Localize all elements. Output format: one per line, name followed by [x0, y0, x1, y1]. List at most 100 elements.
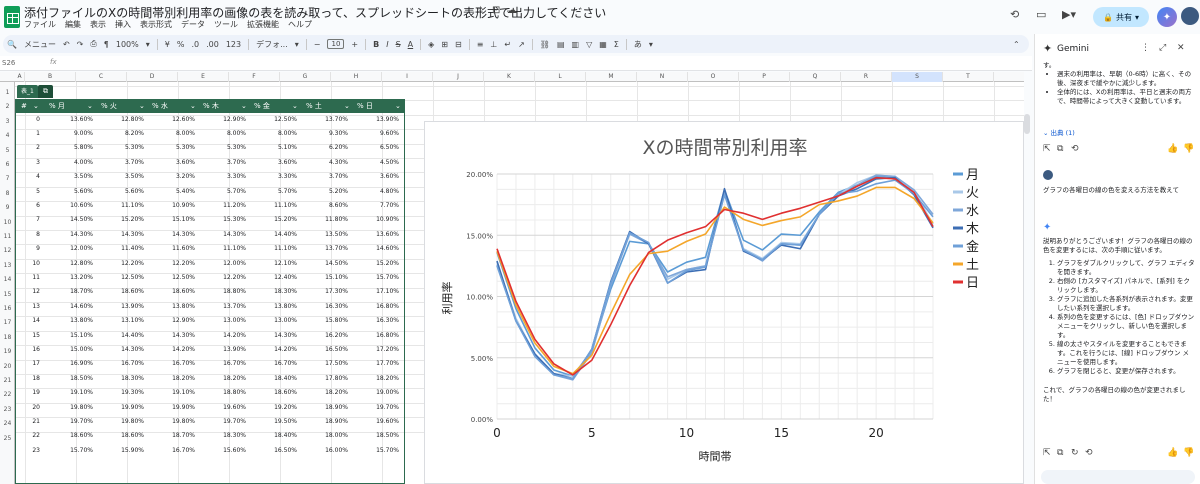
column-header-l[interactable]: L: [535, 72, 586, 82]
column-header-i[interactable]: I: [382, 72, 433, 82]
filter-views-icon[interactable]: ▦: [599, 40, 607, 49]
italic-icon[interactable]: I: [386, 40, 388, 49]
redo-icon[interactable]: ↷: [77, 40, 84, 49]
close-icon[interactable]: ✕: [1177, 43, 1185, 53]
prompt-edit-icon[interactable]: ⇱: [1043, 448, 1051, 458]
copy-icon[interactable]: ⧉: [1057, 448, 1063, 458]
column-header-d[interactable]: D: [127, 72, 178, 82]
column-header-k[interactable]: K: [484, 72, 535, 82]
column-header-g[interactable]: G: [280, 72, 331, 82]
align-horizontal-icon[interactable]: ≡: [477, 40, 484, 49]
prompt-edit-icon[interactable]: ⇱: [1043, 144, 1051, 154]
column-header-t[interactable]: T: [943, 72, 994, 82]
menu-format[interactable]: 表示形式: [140, 19, 172, 30]
column-header-h[interactable]: H: [331, 72, 382, 82]
font-size-plus-icon[interactable]: +: [351, 40, 358, 49]
feedback-icon[interactable]: ⟲: [1085, 448, 1093, 458]
refresh-icon[interactable]: ↻: [1071, 448, 1079, 458]
thumbs-up-icon[interactable]: 👍: [1167, 448, 1178, 458]
history-icon[interactable]: ⟲: [1010, 8, 1019, 21]
font-select[interactable]: デフォ...: [256, 39, 288, 50]
search-icon[interactable]: 🔍: [7, 40, 17, 49]
thumbs-up-icon[interactable]: 👍: [1167, 144, 1178, 154]
insert-link-icon[interactable]: ⛓: [540, 40, 550, 49]
column-header-j[interactable]: J: [433, 72, 484, 82]
column-header-p[interactable]: P: [739, 72, 790, 82]
insert-chart-icon[interactable]: ▥: [572, 40, 580, 49]
input-tools-icon[interactable]: あ: [634, 39, 642, 50]
chevron-up-icon[interactable]: ⌃: [1013, 40, 1020, 49]
column-header-n[interactable]: N: [637, 72, 688, 82]
paint-format-icon[interactable]: ¶: [104, 40, 109, 49]
chevron-down-icon[interactable]: ▾: [649, 40, 653, 49]
insert-comment-icon[interactable]: ▤: [557, 40, 565, 49]
star-icon[interactable]: ☆: [476, 5, 485, 16]
thumbs-down-icon[interactable]: 👎: [1183, 448, 1194, 458]
legend-label: 水: [966, 204, 979, 219]
column-header-o[interactable]: O: [688, 72, 739, 82]
copy-icon[interactable]: ⧉: [1057, 144, 1063, 154]
more-options-icon[interactable]: ⋮: [1141, 43, 1150, 53]
menu-edit[interactable]: 編集: [65, 19, 81, 30]
line-chart[interactable]: Xの時間帯別利用率 時間帯 利用率 0.00% 5.00% 10.00% 15.00%…: [424, 121, 1024, 484]
chevron-down-icon[interactable]: ▾: [295, 40, 299, 49]
column-header-c[interactable]: C: [76, 72, 127, 82]
row-header-2[interactable]: 2: [0, 103, 15, 110]
menu-tools[interactable]: ツール: [214, 19, 238, 30]
zoom-select[interactable]: 100%: [116, 40, 139, 49]
meet-icon[interactable]: ▶▾: [1062, 8, 1076, 21]
menu-extensions[interactable]: 拡張機能: [247, 19, 279, 30]
borders-icon[interactable]: ⊞: [441, 40, 448, 49]
font-size-input[interactable]: 10: [327, 39, 345, 49]
open-in-new-icon[interactable]: ⤢: [1159, 43, 1166, 53]
text-wrap-icon[interactable]: ↵: [504, 40, 511, 49]
column-header-q[interactable]: Q: [790, 72, 841, 82]
move-folder-icon[interactable]: ⊡: [492, 5, 500, 16]
number-format-button[interactable]: 123: [226, 40, 241, 49]
text-color-icon[interactable]: A: [408, 40, 413, 49]
currency-button[interactable]: ¥: [165, 40, 170, 49]
menu-insert[interactable]: 挿入: [115, 19, 131, 30]
menu-help[interactable]: ヘルプ: [288, 19, 312, 30]
functions-icon[interactable]: Σ: [614, 40, 619, 49]
cloud-status-icon[interactable]: ☁: [507, 5, 517, 16]
sheets-logo-icon[interactable]: [4, 6, 20, 28]
table-menu-icon[interactable]: ⧉: [38, 85, 53, 98]
column-header-f[interactable]: F: [229, 72, 280, 82]
increase-decimal-button[interactable]: .00: [206, 40, 219, 49]
column-header-a[interactable]: A: [15, 72, 25, 82]
thumbs-down-icon[interactable]: 👎: [1183, 144, 1194, 154]
bold-icon[interactable]: B: [373, 40, 379, 49]
chevron-down-icon[interactable]: ▾: [146, 40, 150, 49]
text-rotate-icon[interactable]: ↗: [518, 40, 525, 49]
undo-icon[interactable]: ↶: [63, 40, 70, 49]
fill-color-icon[interactable]: ◈: [428, 40, 434, 49]
merge-cells-icon[interactable]: ⊟: [455, 40, 462, 49]
feedback-icon[interactable]: ⟲: [1071, 144, 1079, 154]
menu-file[interactable]: ファイル: [24, 19, 56, 30]
strikethrough-icon[interactable]: S: [396, 40, 401, 49]
column-header-s[interactable]: S: [892, 72, 943, 82]
name-box[interactable]: S26: [2, 59, 15, 67]
share-button[interactable]: 🔒 共有 ▾: [1093, 7, 1149, 27]
column-header-m[interactable]: M: [586, 72, 637, 82]
comments-icon[interactable]: ▭: [1036, 8, 1046, 21]
table-name-tag[interactable]: 表_1: [17, 85, 38, 98]
gemini-prompt-input[interactable]: [1041, 470, 1195, 484]
font-size-minus-icon[interactable]: −: [314, 40, 321, 49]
align-vertical-icon[interactable]: ⊥: [490, 40, 497, 49]
column-header-b[interactable]: B: [25, 72, 76, 82]
print-icon[interactable]: ⎙: [90, 39, 96, 49]
sources-toggle[interactable]: ⌄ 出典 (1): [1043, 129, 1195, 138]
row-header-1[interactable]: 1: [0, 89, 15, 96]
menu-view[interactable]: 表示: [90, 19, 106, 30]
avatar[interactable]: [1181, 7, 1199, 25]
column-header-e[interactable]: E: [178, 72, 229, 82]
decrease-decimal-button[interactable]: .0: [191, 40, 199, 49]
column-header-r[interactable]: R: [841, 72, 892, 82]
gemini-sparkle-icon[interactable]: ✦: [1157, 7, 1177, 27]
percent-button[interactable]: %: [177, 40, 185, 49]
filter-icon[interactable]: ▽: [586, 40, 592, 49]
menu-data[interactable]: データ: [181, 19, 205, 30]
menu-search[interactable]: メニュー: [24, 39, 56, 50]
